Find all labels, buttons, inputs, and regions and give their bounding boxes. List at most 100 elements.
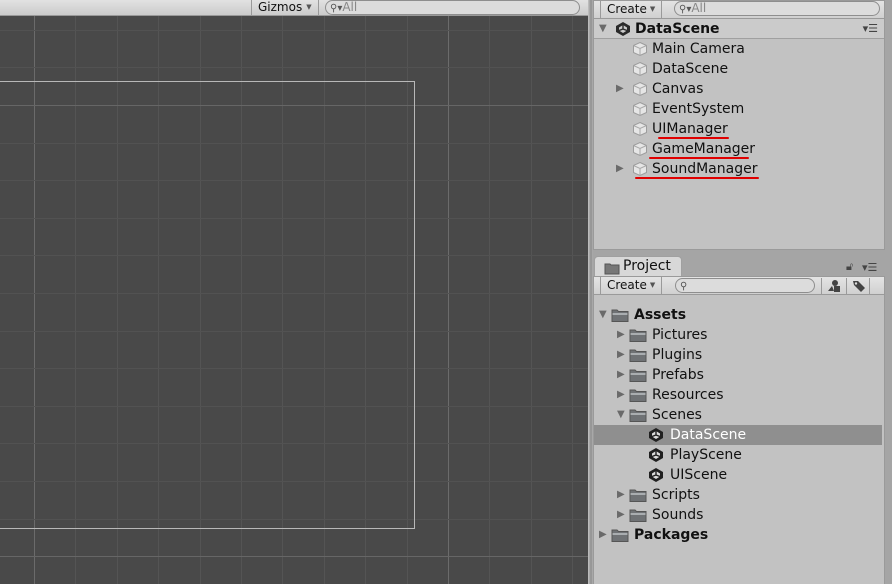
canvas-outline: [0, 81, 415, 529]
gameobject-cube-icon: [633, 141, 647, 157]
hierarchy-toolbar: Create ▼ ⚲▾All: [594, 1, 884, 19]
project-create-button[interactable]: Create ▼: [600, 277, 663, 295]
expand-triangle-icon[interactable]: ▼: [599, 305, 607, 325]
folder-icon: [604, 263, 620, 275]
filter-by-label-button[interactable]: [846, 278, 870, 294]
hierarchy-panel: Create ▼ ⚲▾All ▼ DataScene ▾☰ Main Camera…: [593, 0, 885, 250]
dropdown-arrow-icon: ▼: [306, 3, 312, 11]
gameobject-cube-icon: [633, 101, 647, 117]
folder-icon: [629, 329, 647, 342]
folder-item[interactable]: ▶ Resources: [594, 385, 882, 405]
scene-view[interactable]: Gizmos ▼ ⚲▾All: [0, 0, 588, 584]
expand-triangle-icon[interactable]: ▶: [617, 385, 625, 405]
expand-triangle-icon[interactable]: ▶: [616, 159, 624, 179]
scene-search-input[interactable]: ⚲▾All: [325, 0, 580, 15]
scene-asset-label: UIScene: [670, 467, 728, 483]
gameobject-cube-icon: [633, 41, 647, 57]
hierarchy-item-label: SoundManager: [652, 161, 758, 177]
gameobject-cube-icon: [633, 121, 647, 137]
folder-label: Resources: [652, 387, 724, 403]
folder-item[interactable]: ▶ Plugins: [594, 345, 882, 365]
search-icon: ⚲: [680, 281, 688, 292]
gameobject-cube-icon: [633, 81, 647, 97]
expand-triangle-icon[interactable]: ▶: [599, 525, 607, 545]
scene-asset-label: DataScene: [670, 427, 747, 443]
expand-triangle-icon[interactable]: ▼: [599, 19, 607, 39]
hierarchy-item-label: UIManager: [652, 121, 728, 137]
scene-asset-item[interactable]: PlayScene: [594, 445, 882, 465]
folder-item[interactable]: ▶ Prefabs: [594, 365, 882, 385]
folder-icon: [629, 509, 647, 522]
folder-icon: [629, 349, 647, 362]
folder-icon: [611, 529, 629, 542]
project-search-input[interactable]: ⚲: [675, 278, 815, 293]
folder-icon: [611, 309, 629, 322]
folder-item[interactable]: ▼ Scenes: [594, 405, 882, 425]
search-icon: ⚲▾: [679, 4, 692, 15]
expand-triangle-icon[interactable]: ▼: [617, 405, 625, 425]
project-toolbar: Create ▼ ⚲: [594, 277, 884, 295]
unity-scene-icon: [649, 448, 663, 462]
gameobject-cube-icon: [633, 161, 647, 177]
panel-menu-icon[interactable]: ▾☰: [862, 261, 877, 274]
unity-scene-icon: [649, 468, 663, 482]
expand-triangle-icon[interactable]: ▶: [617, 365, 625, 385]
folder-label: Scripts: [652, 487, 700, 503]
hierarchy-item-label: EventSystem: [652, 101, 745, 117]
scene-toolbar: Gizmos ▼ ⚲▾All: [0, 0, 588, 16]
scene-asset-item[interactable]: DataScene: [594, 425, 882, 445]
filter-by-type-button[interactable]: [821, 278, 845, 294]
folder-icon: [629, 369, 647, 382]
dropdown-arrow-icon: ▼: [649, 5, 656, 13]
hierarchy-item-label: Main Camera: [652, 41, 745, 57]
hierarchy-scene-header[interactable]: ▼ DataScene ▾☰: [594, 19, 884, 39]
folder-item[interactable]: ▶ Scripts: [594, 485, 882, 505]
folder-item[interactable]: ▶ Packages: [594, 525, 882, 545]
unity-scene-icon: [616, 22, 630, 36]
folder-label: Prefabs: [652, 367, 704, 383]
search-icon: ⚲▾: [330, 3, 343, 14]
label-tag-icon: [853, 281, 865, 292]
hierarchy-item[interactable]: ▶ Canvas: [594, 79, 884, 99]
folder-label: Assets: [634, 307, 687, 323]
folder-label: Scenes: [652, 407, 702, 423]
hierarchy-item[interactable]: DataScene: [594, 59, 884, 79]
expand-triangle-icon[interactable]: ▶: [617, 485, 625, 505]
folder-label: Pictures: [652, 327, 708, 343]
folder-label: Sounds: [652, 507, 704, 523]
hierarchy-search-input[interactable]: ⚲▾All: [674, 1, 880, 16]
folder-item[interactable]: ▶ Sounds: [594, 505, 882, 525]
lock-icon[interactable]: 🔓︎: [846, 260, 853, 274]
folder-icon: [629, 489, 647, 502]
hierarchy-item[interactable]: Main Camera: [594, 39, 884, 59]
expand-triangle-icon[interactable]: ▶: [617, 345, 625, 365]
type-filter-icon: [828, 280, 840, 292]
hierarchy-item-label: DataScene: [652, 61, 729, 77]
project-panel: Create ▼ ⚲ ▼ Assets ▶ Pictures ▶ Plugins ▶ Prefa…: [593, 276, 885, 584]
expand-triangle-icon[interactable]: ▶: [616, 79, 624, 99]
panel-menu-icon[interactable]: ▾☰: [863, 22, 878, 35]
scene-name: DataScene: [635, 21, 720, 37]
expand-triangle-icon[interactable]: ▶: [617, 325, 625, 345]
red-annotation-underline: [635, 177, 759, 179]
unity-scene-icon: [649, 428, 663, 442]
hierarchy-item[interactable]: EventSystem: [594, 99, 884, 119]
folder-item[interactable]: ▼ Assets: [594, 305, 882, 325]
scene-asset-item[interactable]: UIScene: [594, 465, 882, 485]
dropdown-arrow-icon: ▼: [649, 281, 656, 289]
folder-label: Plugins: [652, 347, 703, 363]
folder-item[interactable]: ▶ Pictures: [594, 325, 882, 345]
scene-grid: [0, 16, 588, 584]
gizmos-dropdown[interactable]: Gizmos ▼: [251, 0, 319, 16]
right-dock: Create ▼ ⚲▾All ▼ DataScene ▾☰ Main Camera…: [588, 0, 892, 584]
hierarchy-item[interactable]: ▶ SoundManager: [594, 159, 884, 179]
hierarchy-item[interactable]: GameManager: [594, 139, 884, 159]
gameobject-cube-icon: [633, 61, 647, 77]
scene-asset-label: PlayScene: [670, 447, 742, 463]
hierarchy-item-label: Canvas: [652, 81, 704, 97]
hierarchy-create-button[interactable]: Create ▼: [600, 1, 663, 19]
tab-project[interactable]: Project: [594, 256, 682, 277]
hierarchy-item[interactable]: UIManager: [594, 119, 884, 139]
expand-triangle-icon[interactable]: ▶: [617, 505, 625, 525]
folder-icon: [629, 389, 647, 402]
